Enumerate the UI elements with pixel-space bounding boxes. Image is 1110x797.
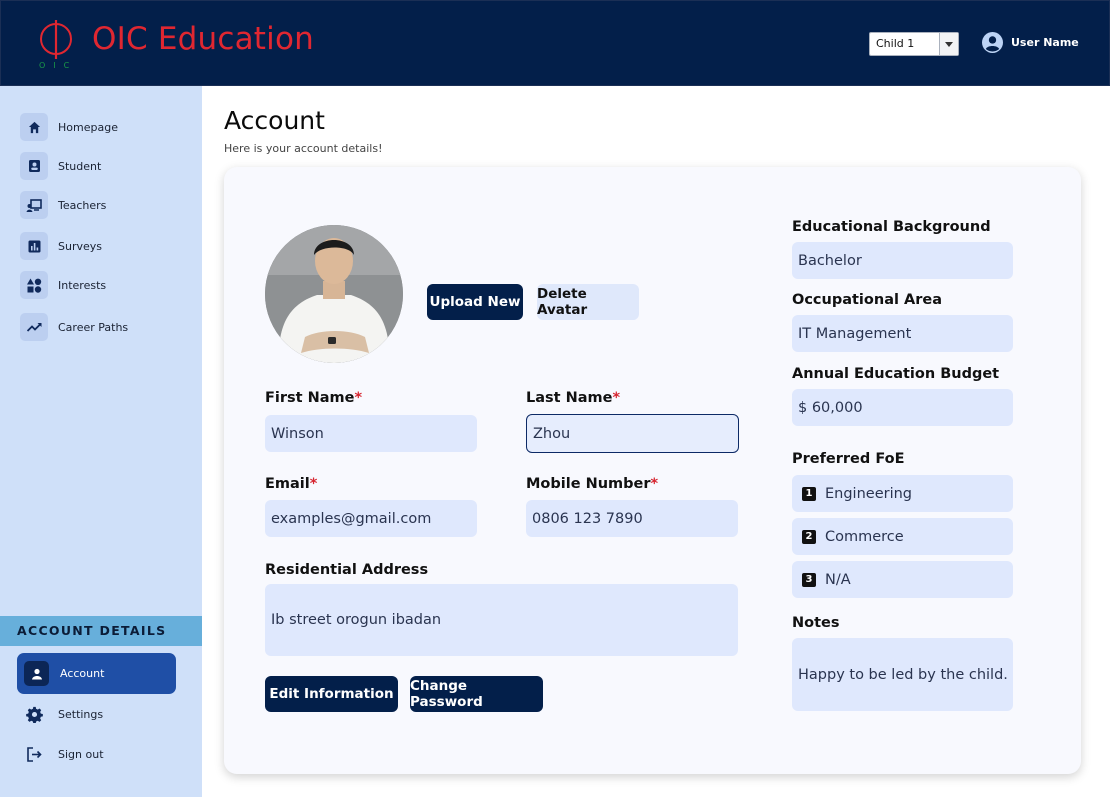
- sidebar-item-student[interactable]: Student: [20, 152, 101, 180]
- required-mark: *: [650, 476, 659, 492]
- required-mark: *: [354, 390, 363, 406]
- residential-address-label: Residential Address: [265, 562, 429, 578]
- required-mark: *: [309, 476, 318, 492]
- sidebar-item-teachers[interactable]: Teachers: [20, 191, 106, 219]
- page-subtitle: Here is your account details!: [224, 142, 383, 155]
- home-icon: [20, 113, 48, 141]
- rank-badge: 1: [802, 486, 816, 501]
- occupational-area-field[interactable]: IT Management: [792, 315, 1013, 352]
- user-name: User Name: [1011, 36, 1079, 49]
- preferred-foe-item[interactable]: 1 Engineering: [792, 475, 1013, 512]
- educational-background-label: Educational Background: [792, 219, 991, 235]
- sign-out-icon: [20, 740, 48, 768]
- first-name-label: First Name*: [265, 390, 363, 406]
- change-password-button[interactable]: Change Password: [410, 676, 543, 712]
- bar-chart-icon: [20, 232, 48, 260]
- rank-badge: 3: [802, 572, 816, 587]
- sidebar-item-career-paths[interactable]: Career Paths: [20, 313, 128, 341]
- child-select[interactable]: Child 1: [869, 32, 959, 56]
- sidebar-item-label: Homepage: [58, 120, 118, 134]
- residential-address-field[interactable]: Ib street orogun ibadan: [265, 584, 738, 656]
- preferred-foe-value: N/A: [825, 571, 851, 588]
- sidebar: Homepage Student Teachers Surveys Intere…: [0, 86, 202, 797]
- user-menu[interactable]: User Name: [982, 32, 1079, 53]
- sidebar-item-interests[interactable]: Interests: [20, 271, 106, 299]
- sidebar-item-settings[interactable]: Settings: [20, 700, 103, 728]
- sidebar-item-label: Account: [60, 667, 105, 680]
- sidebar-item-sign-out[interactable]: Sign out: [20, 740, 104, 768]
- preferred-foe-item[interactable]: 3 N/A: [792, 561, 1013, 598]
- logo-subtext: OIC: [39, 61, 78, 70]
- sidebar-item-label: Interests: [58, 278, 107, 292]
- sidebar-item-label: Career Paths: [58, 320, 129, 334]
- sidebar-item-account[interactable]: Account: [17, 653, 176, 694]
- delete-avatar-button[interactable]: Delete Avatar: [537, 284, 639, 320]
- shapes-icon: [20, 271, 48, 299]
- preferred-foe-value: Commerce: [825, 528, 904, 545]
- preferred-foe-value: Engineering: [825, 485, 912, 502]
- required-mark: *: [612, 390, 621, 406]
- last-name-label: Last Name*: [526, 390, 621, 406]
- edit-information-button[interactable]: Edit Information: [265, 676, 398, 712]
- top-header: OIC OIC Education Child 1 User Name: [0, 0, 1110, 86]
- avatar: [265, 225, 403, 363]
- sidebar-item-label: Settings: [58, 707, 104, 721]
- gear-icon: [20, 700, 48, 728]
- brand-title: OIC Education: [92, 21, 314, 57]
- chevron-down-icon[interactable]: [939, 33, 958, 55]
- educational-background-field[interactable]: Bachelor: [792, 242, 1013, 279]
- notes-field[interactable]: Happy to be led by the child.: [792, 638, 1013, 711]
- teacher-icon: [20, 191, 48, 219]
- sidebar-item-homepage[interactable]: Homepage: [20, 113, 118, 141]
- preferred-foe-label: Preferred FoE: [792, 451, 905, 467]
- upload-avatar-button[interactable]: Upload New: [427, 284, 523, 320]
- email-label: Email*: [265, 476, 318, 492]
- sidebar-item-surveys[interactable]: Surveys: [20, 232, 102, 260]
- mobile-number-label: Mobile Number*: [526, 476, 659, 492]
- trend-icon: [20, 313, 48, 341]
- sidebar-item-label: Surveys: [58, 239, 102, 253]
- preferred-foe-item[interactable]: 2 Commerce: [792, 518, 1013, 555]
- last-name-field[interactable]: Zhou: [526, 414, 739, 453]
- sidebar-item-label: Sign out: [58, 747, 104, 761]
- page-title: Account: [224, 106, 325, 135]
- student-badge-icon: [20, 152, 48, 180]
- sidebar-item-label: Student: [58, 159, 102, 173]
- person-icon: [24, 661, 49, 686]
- child-select-value: Child 1: [876, 37, 915, 50]
- email-field[interactable]: examples@gmail.com: [265, 500, 477, 537]
- annual-education-budget-field[interactable]: $ 60,000: [792, 389, 1013, 426]
- occupational-area-label: Occupational Area: [792, 292, 942, 308]
- rank-badge: 2: [802, 529, 816, 544]
- account-details-section-title: ACCOUNT DETAILS: [0, 616, 202, 646]
- user-avatar-icon: [982, 32, 1003, 53]
- sidebar-item-label: Teachers: [58, 198, 107, 212]
- mobile-number-field[interactable]: 0806 123 7890: [526, 500, 738, 537]
- notes-label: Notes: [792, 615, 840, 631]
- annual-education-budget-label: Annual Education Budget: [792, 366, 1000, 382]
- first-name-field[interactable]: Winson: [265, 415, 477, 452]
